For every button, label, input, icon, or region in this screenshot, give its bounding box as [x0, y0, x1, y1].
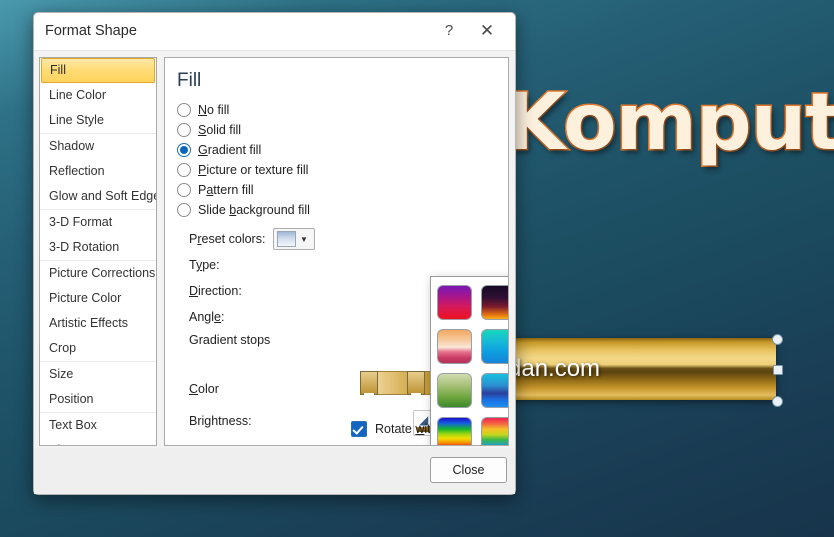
gradient-stop-1[interactable]: [360, 371, 378, 395]
radio-label: No fill: [198, 103, 229, 117]
preset-gradients-gallery[interactable]: [430, 276, 509, 446]
gallery-swatch-late-sunset[interactable]: [477, 280, 509, 324]
radio-label: Solid fill: [198, 123, 241, 137]
help-icon[interactable]: ?: [435, 19, 463, 43]
close-button[interactable]: Close: [430, 457, 507, 483]
shape-text: dan.com: [508, 355, 600, 383]
panel-heading: Fill: [165, 58, 508, 100]
gradient-stops-label: Gradient stops: [189, 333, 309, 347]
radio-slide-background-fill[interactable]: Slide background fill: [165, 200, 508, 220]
rotate-with-shape-checkbox[interactable]: [351, 421, 367, 437]
swatch-preview: [481, 285, 509, 320]
radio-no-fill[interactable]: No fill: [165, 100, 508, 120]
swatch-preview: [481, 373, 509, 408]
category-item-reflection[interactable]: Reflection: [40, 159, 156, 184]
direction-label: Direction:: [189, 284, 273, 298]
format-shape-dialog: Format Shape ? ✕ FillLine ColorLine Styl…: [33, 12, 516, 495]
resize-handle-top-right[interactable]: [772, 334, 783, 345]
radio-indicator[interactable]: [177, 143, 191, 157]
angle-label: Angle:: [189, 310, 273, 324]
preset-colors-dropdown[interactable]: ▼: [273, 228, 315, 250]
swatch-preview: [481, 329, 509, 364]
category-item-size[interactable]: Size: [40, 361, 156, 387]
swatch-preview: [481, 417, 509, 447]
gallery-swatch-peacock[interactable]: [477, 368, 509, 412]
radio-indicator[interactable]: [177, 163, 191, 177]
radio-indicator[interactable]: [177, 183, 191, 197]
chevron-down-icon: ▼: [300, 235, 308, 244]
radio-label: Pattern fill: [198, 183, 254, 197]
radio-indicator[interactable]: [177, 123, 191, 137]
category-item-alt-text[interactable]: Alt Text: [40, 438, 156, 446]
type-label: Type:: [189, 258, 273, 272]
resize-handle-bottom-right[interactable]: [772, 396, 783, 407]
category-item-fill[interactable]: Fill: [41, 58, 155, 83]
dialog-title: Format Shape: [45, 23, 137, 39]
category-item-text-box[interactable]: Text Box: [40, 412, 156, 438]
category-item-picture-color[interactable]: Picture Color: [40, 286, 156, 311]
radio-picture-or-texture-fill[interactable]: Picture or texture fill: [165, 160, 508, 180]
category-item-position[interactable]: Position: [40, 387, 156, 412]
category-item-picture-corrections[interactable]: Picture Corrections: [40, 260, 156, 286]
category-item-line-style[interactable]: Line Style: [40, 108, 156, 133]
category-item-crop[interactable]: Crop: [40, 336, 156, 361]
category-item-line-color[interactable]: Line Color: [40, 83, 156, 108]
swatch-preview: [437, 373, 472, 408]
brightness-label: Brightness:: [189, 414, 273, 428]
preset-color-swatch: [277, 231, 296, 247]
type-row: Type:: [165, 252, 508, 278]
gallery-swatch-early-sunset[interactable]: [433, 280, 477, 324]
category-item-artistic-effects[interactable]: Artistic Effects: [40, 311, 156, 336]
fill-type-radio-group[interactable]: No fill Solid fill Gradient fill Picture or…: [165, 100, 508, 220]
close-icon[interactable]: ✕: [473, 19, 501, 43]
gallery-swatch-rainbow-ii[interactable]: [477, 412, 509, 446]
dialog-body: FillLine ColorLine StyleShadowReflection…: [34, 51, 515, 494]
radio-gradient-fill[interactable]: Gradient fill: [165, 140, 508, 160]
radio-indicator[interactable]: [177, 203, 191, 217]
slide-heading-text: Kompute: [505, 78, 834, 168]
swatch-preview: [437, 417, 472, 447]
radio-indicator[interactable]: [177, 103, 191, 117]
gallery-swatch-rainbow[interactable]: [433, 412, 477, 446]
category-list[interactable]: FillLine ColorLine StyleShadowReflection…: [39, 57, 157, 446]
dialog-title-bar: Format Shape ? ✕: [34, 13, 515, 51]
gallery-swatch-horizon[interactable]: [477, 324, 509, 368]
radio-pattern-fill[interactable]: Pattern fill: [165, 180, 508, 200]
radio-label: Slide background fill: [198, 203, 310, 217]
fill-panel: Fill No fill Solid fill Gradient fill Pictu…: [164, 57, 509, 446]
resize-handle-middle-right[interactable]: [773, 365, 783, 375]
gradient-stop-2[interactable]: [407, 371, 425, 395]
radio-solid-fill[interactable]: Solid fill: [165, 120, 508, 140]
preset-colors-label: Preset colors:: [189, 232, 273, 246]
radio-label: Gradient fill: [198, 143, 261, 157]
category-item-3-d-format[interactable]: 3-D Format: [40, 209, 156, 235]
swatch-preview: [437, 285, 472, 320]
selected-gold-shape[interactable]: dan.com: [498, 338, 776, 400]
gallery-swatch-ocean[interactable]: [433, 368, 477, 412]
category-item-3-d-rotation[interactable]: 3-D Rotation: [40, 235, 156, 260]
radio-label: Picture or texture fill: [198, 163, 308, 177]
color-label: Color: [189, 382, 273, 396]
category-item-shadow[interactable]: Shadow: [40, 133, 156, 159]
dialog-footer: Close: [34, 448, 515, 494]
gallery-swatch-desert[interactable]: [433, 324, 477, 368]
category-item-glow-and-soft-edges[interactable]: Glow and Soft Edges: [40, 184, 156, 209]
swatch-preview: [437, 329, 472, 364]
preset-colors-row: Preset colors: ▼: [165, 226, 508, 252]
